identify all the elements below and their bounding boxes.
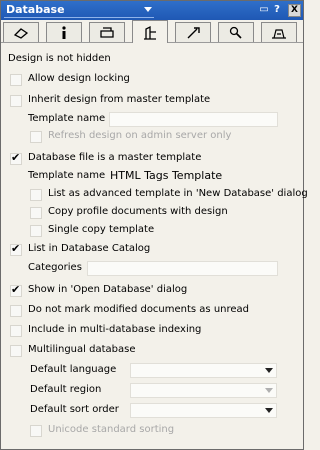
master-template-checkbox[interactable]: ✔ — [10, 151, 22, 165]
properties-type-dropdown[interactable]: Database — [4, 3, 154, 18]
close-button[interactable]: X — [288, 4, 301, 17]
tab-info[interactable] — [46, 22, 82, 42]
default-language-select[interactable] — [130, 363, 277, 378]
categories-label: Categories — [28, 262, 82, 273]
chevron-down-icon — [265, 408, 273, 413]
inherit-design-label: Inherit design from master template — [28, 94, 211, 105]
unicode-sort-label: Unicode standard sorting — [48, 424, 175, 435]
default-sort-select[interactable] — [130, 403, 277, 418]
single-copy-checkbox[interactable] — [30, 225, 42, 237]
allow-design-locking-checkbox[interactable] — [10, 74, 22, 86]
checkmark-icon: ✔ — [11, 283, 21, 296]
multi-index-checkbox[interactable] — [10, 325, 22, 337]
printer-icon — [100, 27, 114, 38]
multi-index-label: Include in multi-database indexing — [28, 324, 202, 335]
chevron-down-icon — [265, 388, 273, 393]
tab-full-text[interactable] — [218, 22, 254, 42]
default-sort-label: Default sort order — [30, 404, 119, 415]
categories-input[interactable] — [87, 261, 278, 276]
multilingual-label: Multilingual database — [28, 344, 136, 355]
advanced-template-label: List as advanced template in 'New Databa… — [48, 188, 308, 199]
show-open-checkbox[interactable]: ✔ — [10, 283, 22, 297]
design-status: Design is not hidden — [8, 53, 111, 64]
checkmark-icon: ✔ — [11, 242, 21, 255]
title-bar: Database ▭ ? X — [1, 1, 303, 20]
no-unread-label: Do not mark modified documents as unread — [28, 304, 250, 315]
advanced-template-checkbox[interactable] — [30, 189, 42, 201]
dialog-title: Database — [6, 3, 65, 16]
allow-design-locking-label: Allow design locking — [28, 73, 130, 84]
eraser-icon — [13, 28, 29, 39]
info-icon — [62, 26, 66, 39]
refresh-design-label: Refresh design on admin server only — [48, 130, 232, 141]
launch-icon — [187, 27, 200, 39]
properties-dialog: Database ▭ ? X Design is not hidden Allo… — [0, 0, 308, 450]
tab-design[interactable] — [132, 20, 168, 43]
list-catalog-checkbox[interactable]: ✔ — [10, 242, 22, 256]
design-icon — [144, 25, 156, 40]
inherit-template-name-label: Template name — [28, 113, 106, 124]
multilingual-checkbox[interactable] — [10, 345, 22, 357]
no-unread-checkbox[interactable] — [10, 305, 22, 317]
master-template-name-input[interactable]: HTML Tags Template — [105, 168, 279, 183]
checkmark-icon: ✔ — [11, 151, 21, 164]
tab-launch[interactable] — [175, 22, 211, 42]
refresh-design-checkbox[interactable] — [30, 131, 42, 143]
tab-strip — [1, 20, 303, 43]
master-template-name-label: Template name — [28, 170, 106, 181]
tab-advanced[interactable] — [261, 22, 297, 42]
show-open-label: Show in 'Open Database' dialog — [28, 284, 188, 295]
copy-profile-label: Copy profile documents with design — [48, 206, 228, 217]
help-button[interactable]: ? — [271, 4, 283, 16]
default-region-label: Default region — [30, 384, 102, 395]
unicode-sort-checkbox[interactable] — [30, 425, 42, 437]
chevron-down-icon — [144, 7, 152, 12]
default-region-select[interactable] — [130, 383, 277, 398]
search-icon — [229, 26, 242, 39]
default-language-label: Default language — [30, 364, 117, 375]
inherit-design-checkbox[interactable] — [10, 95, 22, 107]
chevron-down-icon — [265, 368, 273, 373]
inherit-template-name-input[interactable] — [109, 112, 278, 127]
list-catalog-label: List in Database Catalog — [28, 243, 151, 254]
single-copy-label: Single copy template — [48, 224, 155, 235]
menu-icon[interactable]: ▭ — [257, 4, 271, 16]
copy-profile-checkbox[interactable] — [30, 207, 42, 219]
tab-printing[interactable] — [89, 22, 125, 42]
tab-basics[interactable] — [3, 22, 39, 42]
master-template-label: Database file is a master template — [28, 152, 202, 163]
advanced-icon — [272, 29, 286, 39]
